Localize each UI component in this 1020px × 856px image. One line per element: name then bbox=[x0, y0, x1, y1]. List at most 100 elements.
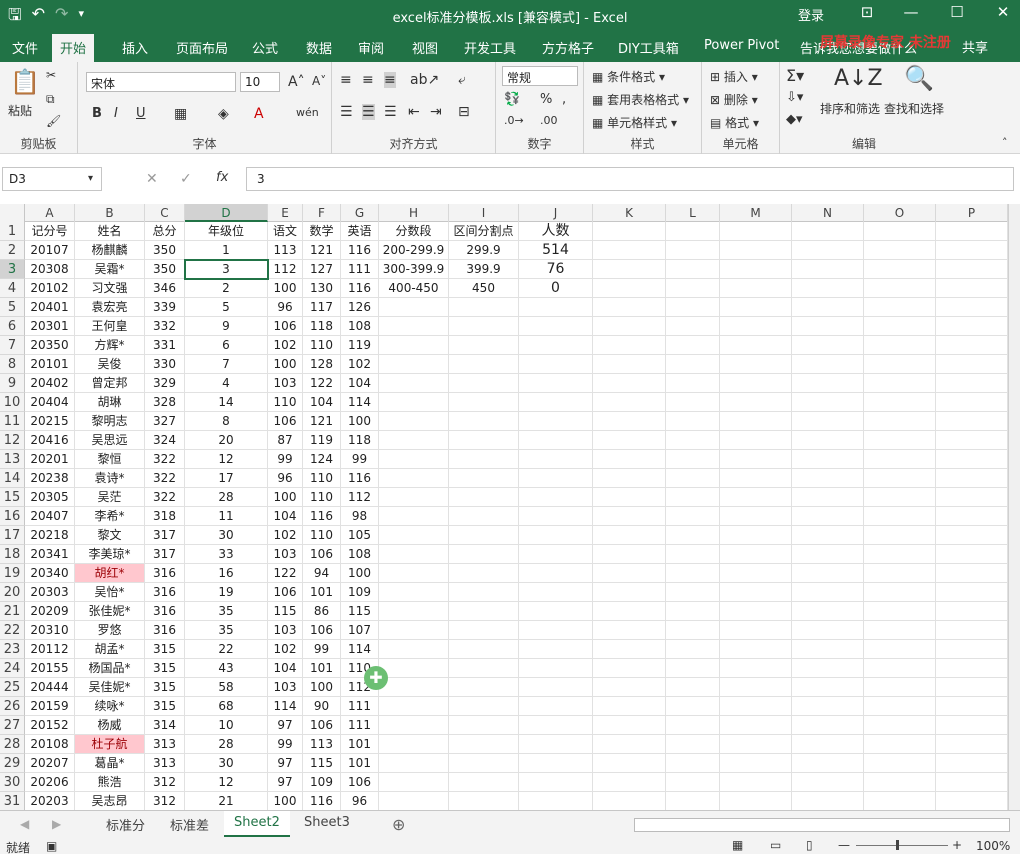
cell-K30[interactable] bbox=[593, 773, 666, 792]
sheet-tab-0[interactable]: 标准分 bbox=[96, 811, 155, 837]
cell-D24[interactable]: 43 bbox=[185, 659, 268, 678]
cell-P22[interactable] bbox=[936, 621, 1008, 640]
cell-L12[interactable] bbox=[666, 431, 720, 450]
align-left-icon[interactable]: ☰ bbox=[340, 104, 353, 120]
cell-K15[interactable] bbox=[593, 488, 666, 507]
tab-11[interactable]: Power Pivot bbox=[704, 38, 779, 53]
cell-I3[interactable]: 399.9 bbox=[449, 260, 519, 279]
cell-A18[interactable]: 20341 bbox=[25, 545, 75, 564]
cell-B28[interactable]: 杜子航 bbox=[75, 735, 145, 754]
cell-C11[interactable]: 327 bbox=[145, 412, 185, 431]
cell-E17[interactable]: 102 bbox=[268, 526, 303, 545]
row-header[interactable]: 18 bbox=[0, 545, 25, 564]
cell-H17[interactable] bbox=[379, 526, 449, 545]
minimize-button[interactable]: — bbox=[896, 3, 926, 21]
cell-A22[interactable]: 20310 bbox=[25, 621, 75, 640]
cell-A2[interactable]: 20107 bbox=[25, 241, 75, 260]
cell-F24[interactable]: 101 bbox=[303, 659, 341, 678]
cell-N18[interactable] bbox=[792, 545, 864, 564]
cell-J22[interactable] bbox=[519, 621, 593, 640]
cell-A10[interactable]: 20404 bbox=[25, 393, 75, 412]
cell-F20[interactable]: 101 bbox=[303, 583, 341, 602]
cell-I17[interactable] bbox=[449, 526, 519, 545]
cell-L8[interactable] bbox=[666, 355, 720, 374]
cell-B2[interactable]: 杨麒麟 bbox=[75, 241, 145, 260]
new-sheet-icon[interactable]: ⊕ bbox=[392, 815, 405, 834]
cell-M1[interactable] bbox=[720, 222, 792, 241]
cell-F16[interactable]: 116 bbox=[303, 507, 341, 526]
cell-E10[interactable]: 110 bbox=[268, 393, 303, 412]
column-header-K[interactable]: K bbox=[593, 204, 666, 222]
cell-B24[interactable]: 杨国品* bbox=[75, 659, 145, 678]
cell-A14[interactable]: 20238 bbox=[25, 469, 75, 488]
cell-M24[interactable] bbox=[720, 659, 792, 678]
cell-E7[interactable]: 102 bbox=[268, 336, 303, 355]
cell-F10[interactable]: 104 bbox=[303, 393, 341, 412]
cell-P7[interactable] bbox=[936, 336, 1008, 355]
cell-B30[interactable]: 熊浩 bbox=[75, 773, 145, 792]
cell-E31[interactable]: 100 bbox=[268, 792, 303, 810]
cell-K22[interactable] bbox=[593, 621, 666, 640]
row-header[interactable]: 31 bbox=[0, 792, 25, 810]
cell-B27[interactable]: 杨威 bbox=[75, 716, 145, 735]
cell-L9[interactable] bbox=[666, 374, 720, 393]
cell-L26[interactable] bbox=[666, 697, 720, 716]
row-header[interactable]: 23 bbox=[0, 640, 25, 659]
cell-I18[interactable] bbox=[449, 545, 519, 564]
cell-M26[interactable] bbox=[720, 697, 792, 716]
cell-K20[interactable] bbox=[593, 583, 666, 602]
cell-P2[interactable] bbox=[936, 241, 1008, 260]
cell-G15[interactable]: 112 bbox=[341, 488, 379, 507]
align-center-icon[interactable]: ☰ bbox=[362, 104, 375, 120]
cell-A8[interactable]: 20101 bbox=[25, 355, 75, 374]
tab-0[interactable]: 文件 bbox=[12, 38, 38, 57]
cell-D21[interactable]: 35 bbox=[185, 602, 268, 621]
cell-P13[interactable] bbox=[936, 450, 1008, 469]
row-header[interactable]: 13 bbox=[0, 450, 25, 469]
underline-button[interactable]: U bbox=[136, 106, 146, 121]
row-header[interactable]: 29 bbox=[0, 754, 25, 773]
spreadsheet-grid[interactable]: ABCDEFGHIJKLMNOP 1 记分号 姓名 总分 年级位 语文 数学 英语 分数段 区间分… bbox=[0, 204, 1008, 810]
format-painter-icon[interactable]: 🖌 bbox=[46, 114, 61, 128]
name-box[interactable]: D3 bbox=[2, 167, 102, 191]
cell-B31[interactable]: 吴志昂 bbox=[75, 792, 145, 810]
cell-E21[interactable]: 115 bbox=[268, 602, 303, 621]
cell-D27[interactable]: 10 bbox=[185, 716, 268, 735]
cell-K14[interactable] bbox=[593, 469, 666, 488]
cell-G20[interactable]: 109 bbox=[341, 583, 379, 602]
cell-G11[interactable]: 100 bbox=[341, 412, 379, 431]
cell-J20[interactable] bbox=[519, 583, 593, 602]
cell-A25[interactable]: 20444 bbox=[25, 678, 75, 697]
cell-A12[interactable]: 20416 bbox=[25, 431, 75, 450]
increase-indent-icon[interactable]: ⇥ bbox=[430, 104, 442, 120]
cell-H22[interactable] bbox=[379, 621, 449, 640]
cell-K25[interactable] bbox=[593, 678, 666, 697]
next-sheet-icon[interactable]: ▶ bbox=[52, 817, 61, 831]
insert-function-icon[interactable]: fx bbox=[216, 170, 228, 185]
cell-G6[interactable]: 108 bbox=[341, 317, 379, 336]
zoom-out-icon[interactable]: — bbox=[838, 838, 850, 852]
cell-E1[interactable]: 语文 bbox=[268, 222, 303, 241]
row-header[interactable]: 6 bbox=[0, 317, 25, 336]
cell-D26[interactable]: 68 bbox=[185, 697, 268, 716]
cell-C20[interactable]: 316 bbox=[145, 583, 185, 602]
cell-L3[interactable] bbox=[666, 260, 720, 279]
row-header[interactable]: 2 bbox=[0, 241, 25, 260]
cell-K2[interactable] bbox=[593, 241, 666, 260]
cell-A4[interactable]: 20102 bbox=[25, 279, 75, 298]
cell-O17[interactable] bbox=[864, 526, 936, 545]
cell-E16[interactable]: 104 bbox=[268, 507, 303, 526]
accounting-icon[interactable]: 💱 bbox=[504, 92, 520, 107]
cell-L28[interactable] bbox=[666, 735, 720, 754]
cell-B15[interactable]: 吴茫 bbox=[75, 488, 145, 507]
cell-K11[interactable] bbox=[593, 412, 666, 431]
cell-E2[interactable]: 113 bbox=[268, 241, 303, 260]
cell-L20[interactable] bbox=[666, 583, 720, 602]
cell-C21[interactable]: 316 bbox=[145, 602, 185, 621]
cell-A24[interactable]: 20155 bbox=[25, 659, 75, 678]
cell-O2[interactable] bbox=[864, 241, 936, 260]
cell-A17[interactable]: 20218 bbox=[25, 526, 75, 545]
percent-icon[interactable]: % bbox=[540, 92, 552, 107]
cell-H13[interactable] bbox=[379, 450, 449, 469]
cell-K3[interactable] bbox=[593, 260, 666, 279]
